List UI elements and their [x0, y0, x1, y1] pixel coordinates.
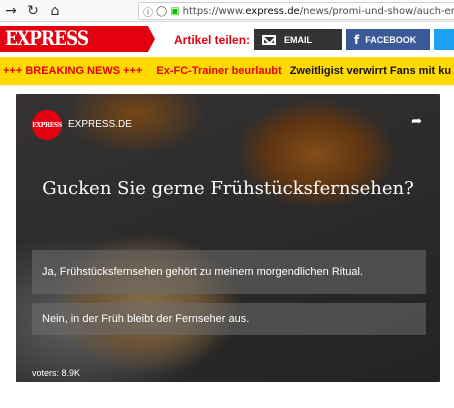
answer-label: Nein, in der Früh bleibt der Fernseher a… [42, 313, 250, 325]
mail-icon [262, 34, 276, 45]
ticker-item[interactable]: Zweitligist verwirrt Fans mit ku [290, 65, 451, 77]
facebook-icon: f [354, 32, 360, 47]
voter-count: voters: 8.9K [32, 368, 81, 378]
poll-answer-yes[interactable]: Ja, Frühstücksfernsehen gehört zu meinem… [32, 250, 426, 294]
url-text: https://www.express.de/news/promi-und-sh… [182, 5, 454, 17]
answer-label: Ja, Frühstücksfernsehen gehört zu meinem… [42, 266, 363, 278]
poll-question: Gucken Sie gerne Frühstücksfernsehen? [42, 178, 414, 199]
article-content: EXPRESS EXPRESS.DE ➦ Gucken Sie gerne Fr… [0, 85, 454, 408]
back-icon[interactable]: → [0, 0, 22, 22]
background-image [16, 94, 440, 382]
browser-toolbar: → ↻ ⌂ ⓘ ◯ ▣ https://www.express.de/news/… [0, 0, 454, 22]
share-twitter-button[interactable] [434, 29, 454, 50]
poll-answer-no[interactable]: Nein, in der Früh bleibt der Fernseher a… [32, 303, 426, 335]
info-icon[interactable]: ⓘ [143, 4, 153, 19]
share-icon[interactable]: ➦ [411, 114, 422, 129]
site-header: EXPRESS Artikel teilen: EMAIL f FACEBOOK [0, 26, 454, 52]
lock-icon[interactable]: ▣ [170, 6, 179, 17]
share-email-button[interactable]: EMAIL [254, 29, 342, 50]
express-logo[interactable]: EXPRESS [0, 26, 155, 52]
address-bar[interactable]: ⓘ ◯ ▣ https://www.express.de/news/promi-… [138, 2, 454, 20]
publisher-name: EXPRESS.DE [68, 119, 132, 130]
breaking-news-ticker: +++ BREAKING NEWS +++ Ex-FC-Trainer beur… [0, 57, 454, 85]
share-facebook-button[interactable]: f FACEBOOK [346, 29, 430, 50]
publisher-logo: EXPRESS [32, 110, 62, 140]
shield-icon[interactable]: ◯ [156, 6, 167, 17]
ticker-item[interactable]: Ex-FC-Trainer beurlaubt [156, 65, 281, 77]
poll-widget: EXPRESS EXPRESS.DE ➦ Gucken Sie gerne Fr… [16, 94, 440, 382]
home-icon[interactable]: ⌂ [44, 0, 66, 22]
share-label: Artikel teilen: [174, 33, 251, 47]
reload-icon[interactable]: ↻ [22, 0, 44, 22]
breaking-news-label: +++ BREAKING NEWS +++ [3, 65, 143, 77]
